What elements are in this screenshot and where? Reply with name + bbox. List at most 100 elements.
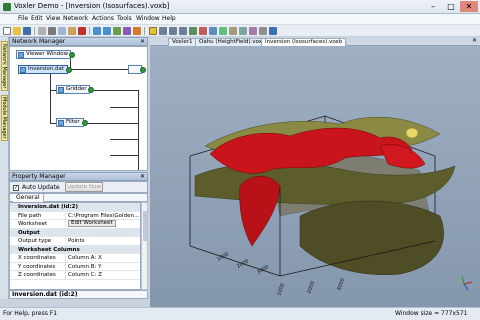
menu-window[interactable]: Window: [136, 15, 160, 22]
property-section-header[interactable]: Output: [10, 228, 140, 237]
fit-view-icon[interactable]: [189, 27, 197, 35]
network-canvas[interactable]: Viewer Window Inversion.dat Gridder Filt…: [9, 46, 148, 171]
menu-bar: File Edit View Network Actions Tools Win…: [0, 14, 480, 25]
menu-edit[interactable]: Edit: [31, 15, 43, 22]
connection-wire: [110, 139, 138, 140]
tab-inversion-isosurfaces[interactable]: Inversion (Isosurfaces).voxb: [261, 38, 347, 46]
redo-icon[interactable]: [103, 27, 111, 35]
menu-actions[interactable]: Actions: [92, 15, 114, 22]
tab-oahu-heightfield[interactable]: Oahu (HeightField).voxb: [195, 38, 270, 46]
viewer-window-icon: [18, 52, 24, 58]
node-filter[interactable]: Filter: [56, 118, 88, 127]
network-manager-title: Network Manager: [12, 38, 66, 45]
menu-tools[interactable]: Tools: [117, 15, 132, 22]
property-value[interactable]: Column B: Y: [65, 262, 140, 271]
property-row-output-type[interactable]: Output type Points: [10, 237, 140, 246]
node-output-port-icon[interactable]: [66, 67, 72, 73]
yellow-isosurface-blob: [405, 127, 419, 139]
select-icon[interactable]: [149, 27, 157, 35]
close-document-icon[interactable]: ✕: [472, 37, 477, 44]
property-value[interactable]: Column C: Z: [65, 271, 140, 279]
node-viewer-window[interactable]: Viewer Window: [16, 50, 75, 59]
property-scrollbar[interactable]: [141, 202, 148, 290]
window-title: Voxler Demo - [Inversion (Isosurfaces).v…: [14, 2, 170, 10]
view-x-icon[interactable]: [199, 27, 207, 35]
property-toolbar: ✓ Auto Update Update Now: [9, 181, 148, 193]
property-key: Worksheet: [18, 221, 48, 227]
print-icon[interactable]: [38, 27, 46, 35]
side-tab-network-manager[interactable]: Network Manager: [1, 41, 8, 91]
property-value[interactable]: Points: [65, 237, 140, 245]
node-output-port-icon[interactable]: [82, 120, 88, 126]
status-window-size: Window size = 777x571: [395, 310, 468, 317]
menu-view[interactable]: View: [46, 15, 60, 22]
node-output-port-icon[interactable]: [88, 87, 94, 93]
new-icon[interactable]: [3, 27, 11, 35]
edit-worksheet-button[interactable]: Edit Worksheet: [68, 220, 116, 227]
undo-icon[interactable]: [93, 27, 101, 35]
maximize-button[interactable]: □: [442, 1, 460, 12]
axis-tick-label: 3000: [256, 264, 270, 276]
node-output-module[interactable]: [128, 65, 146, 74]
node-output-port-icon[interactable]: [140, 67, 146, 73]
help-icon[interactable]: [269, 27, 277, 35]
auto-update-checkbox[interactable]: ✓: [13, 185, 19, 191]
property-value[interactable]: Column A: X: [65, 254, 140, 262]
data-source-icon: [20, 67, 26, 73]
isosurface-scene[interactable]: 1000 2000 3000 1000 2000 3000: [150, 46, 480, 307]
node-gridder[interactable]: Gridder: [56, 85, 94, 94]
property-section-label: Worksheet Columns: [18, 246, 80, 253]
options-icon[interactable]: [259, 27, 267, 35]
tab-voxler1[interactable]: Voxler1: [168, 38, 197, 46]
3d-viewport[interactable]: 1000 2000 3000 1000 2000 3000: [150, 46, 480, 307]
paste-icon[interactable]: [68, 27, 76, 35]
cut-icon[interactable]: [48, 27, 56, 35]
property-key: X coordinates: [18, 255, 56, 261]
menu-network[interactable]: Network: [63, 15, 88, 22]
property-section-label: Output: [18, 229, 40, 236]
pan-icon[interactable]: [169, 27, 177, 35]
app-icon: [3, 3, 11, 11]
property-manager-close-icon[interactable]: ✕: [140, 173, 145, 180]
copy-icon[interactable]: [58, 27, 66, 35]
open-icon[interactable]: [13, 27, 21, 35]
property-section-header[interactable]: Inversion.dat (id:2): [10, 203, 140, 212]
property-row-file-path[interactable]: File path C:\Program Files\Golden...: [10, 211, 140, 220]
side-tab-module-manager[interactable]: Module Manager: [1, 95, 8, 141]
light-icon[interactable]: [239, 27, 247, 35]
property-row-worksheet[interactable]: Worksheet Edit Worksheet: [10, 220, 140, 229]
property-row-z-coordinates[interactable]: Z coordinates Column C: Z: [10, 271, 140, 280]
node-label: Gridder: [66, 86, 87, 92]
delete-icon[interactable]: [78, 27, 86, 35]
capture-icon[interactable]: [249, 27, 257, 35]
module-icon[interactable]: [123, 27, 131, 35]
property-row-y-coordinates[interactable]: Y coordinates Column B: Y: [10, 262, 140, 271]
save-icon[interactable]: [23, 27, 31, 35]
side-tab-strip: Network Manager Module Manager: [0, 37, 9, 299]
property-section-header[interactable]: Worksheet Columns: [10, 245, 140, 254]
minimize-button[interactable]: –: [424, 1, 442, 12]
import-icon[interactable]: [113, 27, 121, 35]
tab-general[interactable]: General: [13, 194, 44, 202]
zoom-icon[interactable]: [179, 27, 187, 35]
export-icon[interactable]: [133, 27, 141, 35]
title-bar: Voxler Demo - [Inversion (Isosurfaces).v…: [0, 0, 480, 14]
close-button[interactable]: ✕: [460, 1, 478, 12]
menu-help[interactable]: Help: [162, 15, 176, 22]
menu-file[interactable]: File: [18, 15, 28, 22]
network-manager-close-icon[interactable]: ✕: [140, 38, 145, 45]
rotate-icon[interactable]: [159, 27, 167, 35]
view-y-icon[interactable]: [209, 27, 217, 35]
scrollbar-thumb[interactable]: [143, 211, 147, 241]
node-output-port-icon[interactable]: [69, 52, 75, 58]
update-now-button[interactable]: Update Now: [65, 182, 103, 192]
node-inversion-dat[interactable]: Inversion.dat: [18, 65, 72, 74]
view-z-icon[interactable]: [219, 27, 227, 35]
perspective-icon[interactable]: [229, 27, 237, 35]
connection-wire: [110, 107, 138, 108]
connection-wire: [88, 123, 138, 124]
property-manager-title: Property Manager: [12, 173, 66, 180]
property-value[interactable]: C:\Program Files\Golden...: [65, 211, 140, 220]
document-tab-strip: Voxler1 Oahu (HeightField).voxb Inversio…: [150, 37, 480, 46]
property-row-x-coordinates[interactable]: X coordinates Column A: X: [10, 254, 140, 263]
